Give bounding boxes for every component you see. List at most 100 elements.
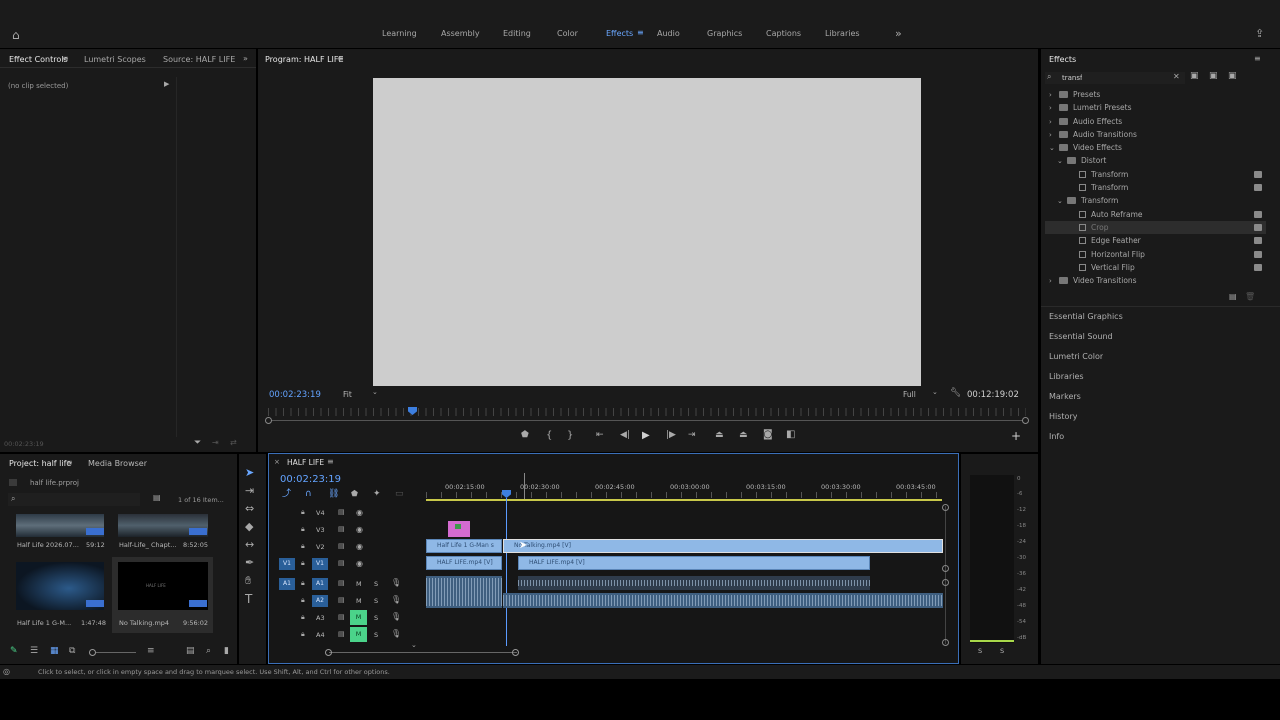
source-patch-a1[interactable]: A1 [279,578,295,590]
more-panels-icon[interactable]: » [243,55,248,63]
panel-markers[interactable]: Markers [1049,392,1081,401]
timeline-timecode[interactable]: 00:02:23:19 [280,474,341,485]
tab-captions[interactable]: Captions [766,29,801,38]
solo-button[interactable]: S [374,631,378,639]
effects-item[interactable]: › Audio Transitions [1045,128,1266,141]
eye-icon[interactable]: ◉ [356,509,363,517]
effects-item[interactable]: ⌄ Transform [1045,194,1266,207]
sync-lock-icon[interactable]: ▤ [338,526,345,533]
tab-menu-icon[interactable]: ≡ [637,29,644,37]
track-label-v3[interactable]: V3 [316,526,325,534]
new-item-icon[interactable]: ▮ [224,647,229,656]
32bit-effects-icon[interactable]: ▣ [1209,72,1218,81]
tab-assembly[interactable]: Assembly [441,29,480,38]
find-icon[interactable]: ⌕ [206,647,211,656]
slip-tool-icon[interactable]: ↔ [245,539,254,550]
solo-right-button[interactable]: S [1000,647,1004,655]
panel-menu-icon[interactable]: ≡ [66,459,73,467]
play-icon[interactable]: ▶ [642,431,650,441]
tab-audio[interactable]: Audio [657,29,680,38]
tab-libraries[interactable]: Libraries [825,29,860,38]
sync-lock-icon[interactable]: ▤ [338,560,345,567]
mark-out-icon[interactable]: } [567,431,573,441]
zoom-slider-handle[interactable] [89,649,96,656]
lock-icon[interactable]: 🔒︎ [301,597,305,604]
program-timecode[interactable]: 00:02:23:19 [269,390,321,400]
solo-button[interactable]: S [374,614,378,622]
panel-libraries[interactable]: Libraries [1049,372,1084,381]
step-forward-icon[interactable]: |▶ [666,431,676,440]
type-tool-icon[interactable]: T [245,593,252,605]
hand-tool-icon[interactable]: ✋︎ [245,575,251,586]
lock-icon[interactable]: 🔒︎ [301,580,305,587]
sync-lock-icon[interactable]: ▤ [338,580,345,587]
effects-item[interactable]: Horizontal Flip [1045,248,1266,261]
play-triangle-icon[interactable]: ▶ [164,81,169,88]
chevron-down-icon[interactable]: ⌄ [1057,195,1067,207]
more-workspaces-icon[interactable]: » [895,28,902,39]
tab-color[interactable]: Color [557,29,578,38]
panel-menu-icon[interactable]: ≡ [1254,55,1261,63]
lift-icon[interactable]: ⏏ [715,431,724,440]
program-scrubber[interactable] [268,420,1026,421]
solo-button[interactable]: S [374,597,378,605]
mark-in-icon[interactable]: { [546,431,552,441]
new-bin-icon[interactable]: ▤ [1229,293,1237,301]
video-clip[interactable]: Half Life 1 G-Man s [426,539,502,553]
effects-item[interactable]: Edge Feather [1045,234,1266,247]
pencil-icon[interactable]: ✎ [10,647,18,656]
clear-search-icon[interactable]: ✕ [1173,73,1180,81]
tab-effects[interactable]: Effects [606,29,633,38]
chevron-down-icon[interactable]: ⌄ [1049,142,1059,154]
panel-menu-icon[interactable]: ≡ [337,55,344,63]
sync-lock-icon[interactable]: ▤ [338,631,345,638]
captions-icon[interactable]: ▭ [395,490,404,499]
panel-lumetri-color[interactable]: Lumetri Color [1049,352,1103,361]
video-clip[interactable]: HALF LIFE.mp4 [V] [518,556,870,570]
scroll-handle[interactable] [942,639,949,646]
chevron-right-icon[interactable]: › [1049,129,1059,141]
mute-button[interactable]: M [356,580,362,588]
scroll-handle[interactable] [942,565,949,572]
share-icon[interactable]: ⇪ [1255,28,1264,39]
track-label-v1[interactable]: V1 [312,558,328,570]
chevron-down-icon[interactable]: ⌄ [372,389,378,396]
camera-icon[interactable]: ◙ [763,430,773,440]
sync-lock-icon[interactable]: ▤ [338,509,345,516]
sort-icon[interactable]: ≡ [147,647,155,656]
go-to-out-icon[interactable]: ⇥ [688,431,696,440]
chevron-down-icon[interactable]: ⌄ [1057,155,1067,167]
zoom-handle-right[interactable] [512,649,519,656]
horizontal-zoom-scrollbar[interactable] [329,652,517,653]
mute-button[interactable]: M [356,597,362,605]
tab-project[interactable]: Project: half life [9,459,71,468]
tab-lumetri-scopes[interactable]: Lumetri Scopes [84,55,146,64]
chevron-right-icon[interactable]: › [1049,102,1059,114]
mute-button-active[interactable]: M [350,610,367,625]
program-video-frame[interactable] [373,78,921,386]
effects-item[interactable]: › Presets [1045,88,1266,101]
lock-icon[interactable]: 🔒︎ [301,543,305,550]
mute-button-active[interactable]: M [350,627,367,642]
linked-selection-icon[interactable]: ⛓ [328,490,339,499]
track-label-v4[interactable]: V4 [316,509,325,517]
microphone-icon[interactable]: 🎙︎ [391,579,401,587]
scroll-handle[interactable] [942,504,949,511]
export-icon[interactable]: ⇥ [212,439,219,447]
sequence-tab[interactable]: HALF LIFE [287,458,324,467]
selection-tool-icon[interactable]: ➤ [245,467,254,478]
fit-dropdown[interactable]: Fit [343,390,352,399]
filter-icon[interactable]: ⏷ [194,439,201,448]
effects-item[interactable]: Auto Reframe [1045,208,1266,221]
sync-lock-icon[interactable]: ▤ [338,543,345,550]
scroll-handle[interactable] [942,579,949,586]
new-bin-icon[interactable]: ▤ [153,494,161,502]
compare-icon[interactable]: ◧ [786,430,795,440]
panel-menu-icon[interactable]: ≡ [62,55,69,63]
track-select-tool-icon[interactable]: ⇥ [245,485,254,496]
eye-icon[interactable]: ◉ [356,560,363,568]
zoom-handle-left[interactable] [325,649,332,656]
effects-item[interactable]: › Audio Effects [1045,115,1266,128]
eye-icon[interactable]: ◉ [356,526,363,534]
delete-icon[interactable]: 🗑︎ [1245,293,1255,301]
